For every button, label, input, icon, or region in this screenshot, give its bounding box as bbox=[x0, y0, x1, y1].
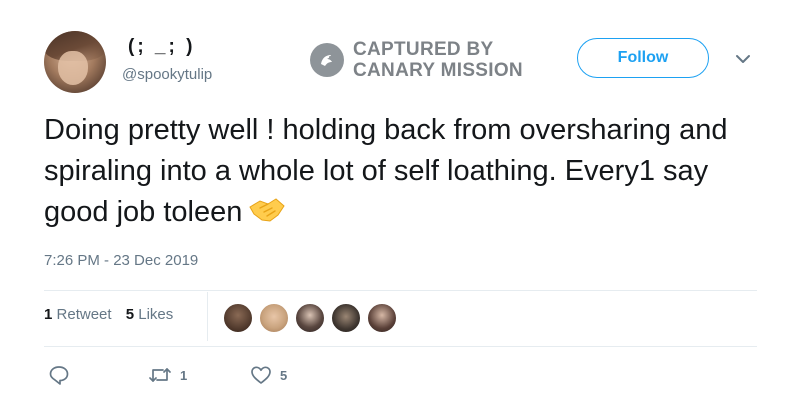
retweet-stat[interactable]: 1 Retweet bbox=[44, 306, 112, 323]
follow-button[interactable]: Follow bbox=[577, 38, 709, 78]
tweet-timestamp[interactable]: 7:26 PM - 23 Dec 2019 bbox=[44, 252, 198, 269]
retweet-label: Retweet bbox=[56, 306, 112, 323]
like-stat[interactable]: 5 Likes bbox=[126, 306, 174, 323]
avatar[interactable] bbox=[44, 31, 106, 93]
retweet-action[interactable]: 1 bbox=[148, 364, 187, 386]
watermark-line-2: CANARY MISSION bbox=[353, 60, 523, 81]
like-action-count: 5 bbox=[280, 367, 288, 383]
liker-avatar-5[interactable] bbox=[366, 302, 398, 334]
retweet-icon[interactable] bbox=[148, 364, 172, 386]
stats-separator bbox=[207, 292, 208, 341]
liker-avatar-3[interactable] bbox=[294, 302, 326, 334]
user-handle[interactable]: @spookytulip bbox=[122, 66, 212, 83]
liker-avatar-2[interactable] bbox=[258, 302, 290, 334]
chevron-down-icon[interactable] bbox=[734, 50, 752, 68]
canary-mission-watermark: CAPTURED BY CANARY MISSION bbox=[310, 39, 523, 81]
reply-icon[interactable] bbox=[48, 364, 70, 386]
like-action[interactable]: 5 bbox=[250, 364, 287, 386]
reply-action[interactable] bbox=[48, 364, 70, 386]
like-count: 5 bbox=[125, 306, 135, 323]
display-name[interactable]: (; _; ) bbox=[128, 36, 195, 58]
divider-bottom bbox=[44, 346, 757, 347]
tweet-stats: 1 Retweet 5 Likes bbox=[44, 306, 173, 323]
liker-avatar-4[interactable] bbox=[330, 302, 362, 334]
liker-avatar-1[interactable] bbox=[222, 302, 254, 334]
tweet-text: Doing pretty well ! holding back from ov… bbox=[44, 110, 764, 237]
tweet-text-content: Doing pretty well ! holding back from ov… bbox=[44, 114, 728, 228]
retweet-action-count: 1 bbox=[180, 367, 188, 383]
heart-icon[interactable] bbox=[250, 364, 272, 386]
watermark-line-1: CAPTURED BY bbox=[353, 39, 494, 60]
avatar-face bbox=[58, 51, 88, 85]
like-label: Likes bbox=[138, 306, 174, 323]
retweet-count: 1 bbox=[44, 306, 53, 323]
divider-top bbox=[44, 290, 757, 291]
handshake-icon bbox=[248, 195, 286, 237]
watermark-text: CAPTURED BY CANARY MISSION bbox=[353, 39, 523, 81]
bird-icon bbox=[310, 43, 344, 77]
